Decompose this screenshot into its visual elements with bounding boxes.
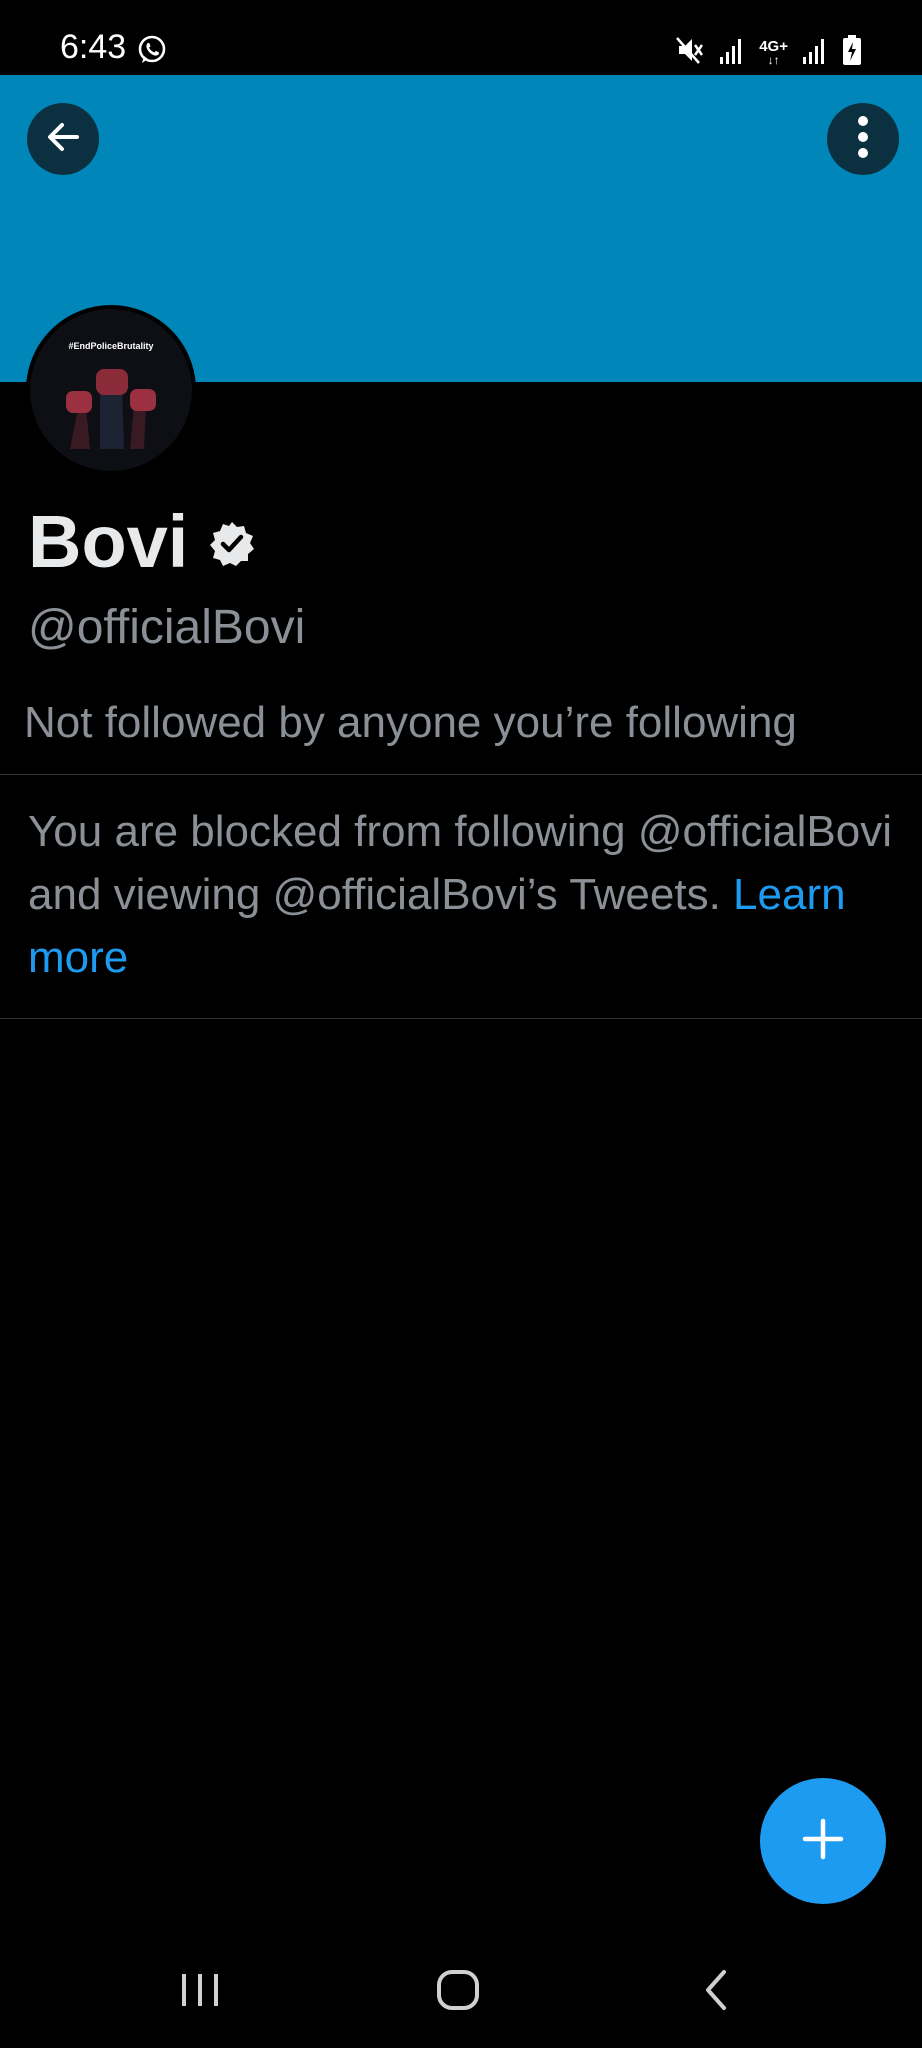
- profile-handle: @officialBovi: [28, 601, 306, 654]
- battery-charging-icon: [842, 34, 862, 71]
- data-arrows-icon: ↓↑: [767, 53, 780, 67]
- back-icon[interactable]: [700, 1968, 730, 2017]
- followers-you-know: Not followed by anyone you’re following: [24, 698, 797, 747]
- divider: [0, 1018, 922, 1019]
- system-nav-bar: [0, 1940, 922, 2048]
- blocked-message: You are blocked from following @official…: [28, 800, 898, 989]
- signal-icon: [802, 35, 828, 70]
- profile-avatar[interactable]: #EndPoliceBrutality: [26, 305, 196, 475]
- avatar-image: #EndPoliceBrutality: [30, 309, 192, 471]
- profile-name: Bovi: [28, 500, 189, 583]
- profile-name-row: Bovi: [28, 505, 256, 579]
- home-icon[interactable]: [436, 1968, 480, 2017]
- plus-icon: [801, 1817, 845, 1866]
- recent-apps-icon[interactable]: [180, 1968, 220, 2017]
- status-icons: 4G+ ↓↑: [675, 34, 862, 71]
- avatar-hashtag: #EndPoliceBrutality: [68, 341, 153, 351]
- mute-icon: [675, 35, 705, 70]
- status-time: 6:43: [60, 28, 127, 66]
- network-type: 4G+: [759, 38, 788, 55]
- verified-badge-icon[interactable]: [208, 520, 256, 573]
- signal-icon: [719, 35, 745, 70]
- network-indicator: 4G+ ↓↑: [759, 39, 788, 66]
- more-vertical-icon: [857, 115, 869, 164]
- status-bar: 6:43 4G+ ↓↑: [0, 0, 922, 75]
- back-button[interactable]: [27, 103, 99, 175]
- compose-tweet-button[interactable]: [760, 1778, 886, 1904]
- divider: [0, 774, 922, 775]
- more-options-button[interactable]: [827, 103, 899, 175]
- arrow-left-icon: [43, 117, 83, 162]
- whatsapp-icon: [136, 34, 168, 71]
